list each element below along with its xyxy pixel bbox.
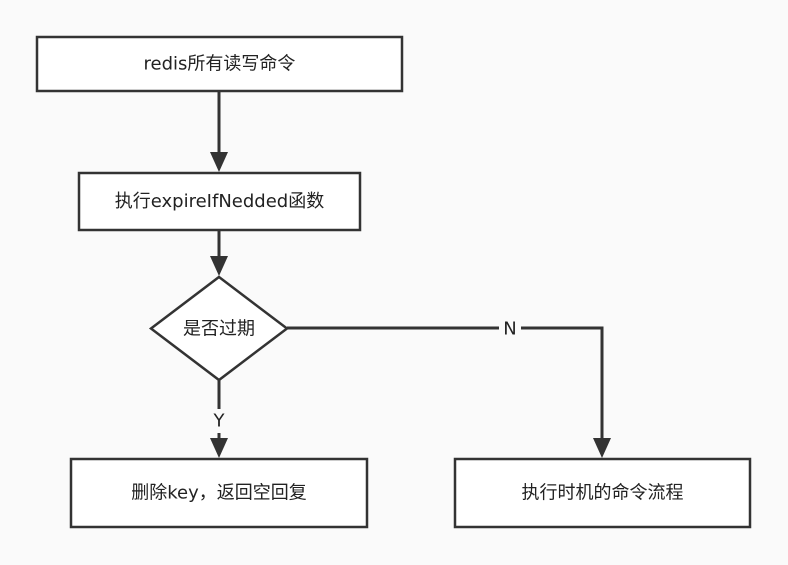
node-delete: 删除key，返回空回复 xyxy=(69,457,369,529)
node-delete-label: 删除key，返回空回复 xyxy=(131,483,307,504)
arrow-decision-to-continue xyxy=(593,438,611,458)
flowchart: Y N redis所有读写命令 执行expireIfNedded函数 是否过期 … xyxy=(35,35,752,529)
edge-label-yes: Y xyxy=(213,411,226,432)
arrow-start-to-call xyxy=(210,152,228,172)
node-continue: 执行时机的命令流程 xyxy=(453,457,752,529)
arrow-decision-to-delete xyxy=(210,438,228,458)
edge-label-no: N xyxy=(503,319,516,340)
edges: Y N xyxy=(209,92,611,458)
node-call: 执行expireIfNedded函数 xyxy=(77,171,362,232)
node-decision: 是否过期 xyxy=(148,275,290,382)
node-call-label: 执行expireIfNedded函数 xyxy=(115,191,324,212)
node-decision-label: 是否过期 xyxy=(183,319,255,340)
node-start-label: redis所有读写命令 xyxy=(144,54,296,75)
edge-decision-to-continue xyxy=(287,326,604,438)
node-continue-label: 执行时机的命令流程 xyxy=(522,483,684,504)
arrow-call-to-decision xyxy=(210,256,228,276)
node-start: redis所有读写命令 xyxy=(35,35,404,93)
